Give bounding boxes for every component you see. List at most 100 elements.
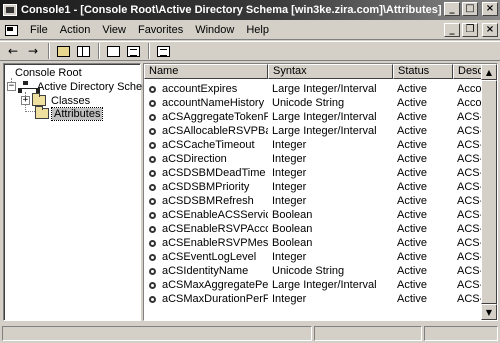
attribute-status: Active: [397, 293, 427, 305]
attribute-description: ACS-D: [457, 181, 483, 193]
column-header-status[interactable]: Status: [393, 64, 453, 79]
attribute-name: aCSEventLogLevel: [162, 251, 257, 263]
table-row[interactable]: aCSDSBMDeadTime Integer Active ACS-D: [144, 166, 483, 180]
attribute-status: Active: [397, 153, 427, 165]
export-list-icon: [126, 45, 140, 57]
column-header-syntax[interactable]: Syntax: [268, 64, 393, 79]
scroll-up-icon: ▲: [485, 67, 493, 77]
menu-action[interactable]: Action: [54, 24, 97, 36]
table-row[interactable]: aCSMaxAggregatePeak... Large Integer/Int…: [144, 278, 483, 292]
table-row[interactable]: aCSDSBMRefresh Integer Active ACS-D: [144, 194, 483, 208]
table-row[interactable]: aCSMaxDurationPerFlow Integer Active ACS…: [144, 292, 483, 306]
attribute-icon: [148, 239, 157, 248]
tree-item-attributes[interactable]: Attributes: [35, 106, 104, 121]
table-row[interactable]: aCSDirection Integer Active ACS-D: [144, 152, 483, 166]
expand-toggle[interactable]: +: [21, 96, 30, 105]
menu-file[interactable]: File: [24, 24, 54, 36]
toolbar-separator: [48, 43, 50, 59]
refresh-button[interactable]: [104, 43, 122, 59]
attribute-icon: [148, 113, 157, 122]
table-row[interactable]: aCSEventLogLevel Integer Active ACS-E: [144, 250, 483, 264]
attribute-name: aCSDSBMDeadTime: [162, 167, 266, 179]
attribute-description: ACS-D: [457, 167, 483, 179]
table-row[interactable]: aCSEnableRSVPAccount... Boolean Active A…: [144, 222, 483, 236]
attribute-name: aCSCacheTimeout: [162, 139, 255, 151]
menu-bar: File Action View Favorites Window Help _…: [0, 21, 500, 40]
collapse-toggle[interactable]: −: [7, 82, 16, 91]
menu-view[interactable]: View: [96, 24, 132, 36]
tree-item-classes[interactable]: + Classes: [21, 93, 92, 107]
window-title: Console1 - [Console Root\Active Director…: [21, 4, 442, 16]
forward-arrow-icon: →: [27, 44, 39, 58]
attribute-name: aCSDSBMPriority: [162, 181, 250, 193]
tree-item-ad-schema[interactable]: − Active Directory Schema: [7, 80, 159, 93]
attribute-description: ACS-E: [457, 223, 483, 235]
table-row[interactable]: aCSEnableRSVPMessag... Boolean Active AC…: [144, 236, 483, 250]
status-panel-main: [2, 326, 312, 341]
up-one-level-button[interactable]: [54, 43, 72, 59]
attribute-status: Active: [397, 209, 427, 221]
child-restore-button[interactable]: ❐: [462, 23, 478, 37]
scroll-down-button[interactable]: ▼: [481, 304, 497, 320]
attribute-name: aCSMaxDurationPerFlow: [162, 293, 268, 305]
table-row[interactable]: aCSAggregateTokenRat... Large Integer/In…: [144, 110, 483, 124]
child-window-icon[interactable]: [4, 24, 18, 36]
attribute-syntax: Integer: [272, 181, 307, 193]
attribute-icon: [148, 155, 157, 164]
column-header-name[interactable]: Name: [144, 64, 268, 79]
table-row[interactable]: accountNameHistory Unicode String Active…: [144, 96, 483, 110]
tree-item-label: Console Root: [15, 66, 82, 79]
attribute-description: Accou: [457, 97, 483, 109]
attribute-description: ACS-E: [457, 237, 483, 249]
table-row[interactable]: aCSAllocableRSVPBand... Large Integer/In…: [144, 124, 483, 138]
tree-item-label: Active Directory Schema: [37, 80, 158, 93]
details-list-pane[interactable]: Name Syntax Status Desc accountExpires L…: [143, 63, 498, 321]
attribute-status: Active: [397, 279, 427, 291]
close-button[interactable]: ×: [482, 2, 498, 16]
attribute-status: Active: [397, 237, 427, 249]
folder-icon: [35, 106, 49, 119]
attribute-status: Active: [397, 223, 427, 235]
status-panel-3: [424, 326, 498, 341]
table-row[interactable]: aCSIdentityName Unicode String Active AC…: [144, 264, 483, 278]
menu-favorites[interactable]: Favorites: [132, 24, 189, 36]
column-header-description[interactable]: Desc: [453, 64, 483, 79]
menu-window[interactable]: Window: [189, 24, 240, 36]
forward-button[interactable]: →: [24, 43, 42, 59]
show-hide-tree-button[interactable]: [74, 43, 92, 59]
table-row[interactable]: aCSDSBMPriority Integer Active ACS-D: [144, 180, 483, 194]
back-button[interactable]: ←: [4, 43, 22, 59]
attribute-syntax: Integer: [272, 251, 307, 263]
console-tree-pane[interactable]: Console Root − Active Directory Schema +…: [3, 63, 157, 321]
attribute-status: Active: [397, 251, 427, 263]
table-row[interactable]: aCSCacheTimeout Integer Active ACS-C: [144, 138, 483, 152]
minimize-button[interactable]: _: [444, 2, 460, 16]
attribute-syntax: Large Integer/Interval: [272, 279, 377, 291]
attribute-syntax: Integer: [272, 139, 307, 151]
table-row[interactable]: aCSEnableACSService Boolean Active ACS-E: [144, 208, 483, 222]
attribute-icon: [148, 225, 157, 234]
attribute-icon: [148, 85, 157, 94]
help-button[interactable]: [154, 43, 172, 59]
attribute-icon: [148, 127, 157, 136]
attribute-description: ACS-D: [457, 195, 483, 207]
attribute-icon: [148, 141, 157, 150]
attribute-syntax: Unicode String: [272, 265, 345, 277]
tree-item-console-root[interactable]: Console Root: [7, 66, 84, 79]
child-minimize-button[interactable]: _: [444, 23, 460, 37]
scroll-up-button[interactable]: ▲: [481, 64, 497, 80]
title-bar[interactable]: Console1 - [Console Root\Active Director…: [0, 0, 500, 20]
attribute-syntax: Boolean: [272, 237, 313, 249]
vertical-scrollbar[interactable]: ▲ ▼: [481, 64, 497, 320]
attribute-name: accountNameHistory: [162, 97, 265, 109]
export-list-button[interactable]: [124, 43, 142, 59]
menu-help[interactable]: Help: [240, 24, 275, 36]
list-header: Name Syntax Status Desc: [144, 64, 483, 79]
child-close-button[interactable]: ×: [482, 23, 498, 37]
console-app-icon[interactable]: [3, 4, 17, 16]
table-row[interactable]: accountExpires Large Integer/Interval Ac…: [144, 82, 483, 96]
schema-snapin-icon: [18, 80, 40, 93]
scroll-thumb[interactable]: [481, 80, 497, 304]
maximize-button[interactable]: □: [462, 2, 478, 16]
attribute-icon: [148, 183, 157, 192]
